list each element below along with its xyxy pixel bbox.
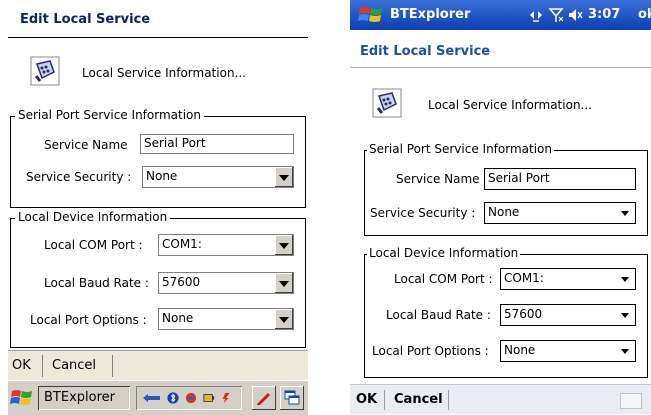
windows-cascade-icon xyxy=(284,390,300,405)
select-value: None xyxy=(504,343,536,357)
com-port-label: Local COM Port : xyxy=(44,238,143,252)
page-title: Edit Local Service xyxy=(360,44,491,59)
group-legend: Local Device Information xyxy=(367,246,521,260)
status-app-title: BTExplorer xyxy=(390,7,471,22)
network-icon[interactable] xyxy=(184,392,198,404)
window-title-bar: Edit Local Service xyxy=(350,30,651,68)
ok-button[interactable]: OK xyxy=(12,358,31,373)
port-options-label: Local Port Options : xyxy=(372,344,489,358)
window-title-bar: Edit Local Service xyxy=(8,0,308,38)
info-text: Local Service Information... xyxy=(82,66,246,80)
system-tray xyxy=(136,386,242,410)
status-bar: BTExplorer 3:07 ok xyxy=(350,0,651,30)
select-value: 57600 xyxy=(504,307,543,321)
serial-port-icon xyxy=(30,56,60,86)
chevron-down-icon[interactable] xyxy=(274,309,293,329)
service-security-label: Service Security : xyxy=(26,170,132,184)
cancel-button[interactable]: Cancel xyxy=(52,358,96,373)
select-value: None xyxy=(162,311,194,325)
service-name-label: Service Name xyxy=(44,138,128,152)
signal-icon[interactable] xyxy=(548,7,564,23)
pencil-icon xyxy=(257,393,270,405)
select-value: None xyxy=(146,169,178,183)
port-options-select[interactable]: None xyxy=(158,308,294,330)
windows-logo-icon[interactable] xyxy=(10,387,34,409)
status-ok-button[interactable]: ok xyxy=(638,7,651,22)
chevron-down-icon[interactable] xyxy=(621,211,629,216)
ok-button[interactable]: OK xyxy=(356,392,377,407)
classic-window: Edit Local Service Local Service Informa… xyxy=(8,0,308,415)
service-name-label: Service Name xyxy=(396,172,480,186)
toolbar-edit-button[interactable] xyxy=(252,386,276,410)
chevron-down-icon[interactable] xyxy=(274,273,293,293)
baud-rate-select[interactable]: 57600 xyxy=(158,272,294,294)
cancel-button[interactable]: Cancel xyxy=(394,392,443,407)
menu-separator xyxy=(42,355,43,377)
service-name-input[interactable]: Serial Port xyxy=(484,168,636,190)
power-icon[interactable] xyxy=(220,392,234,404)
serial-port-icon xyxy=(372,88,402,118)
menu-separator xyxy=(384,390,385,410)
windows-logo-icon[interactable] xyxy=(358,5,384,25)
toolbar-windows-button[interactable] xyxy=(280,386,304,410)
chevron-down-icon[interactable] xyxy=(274,167,293,187)
baud-rate-select[interactable]: 57600 xyxy=(500,304,636,326)
modern-window: BTExplorer 3:07 ok Edit Local Service Lo… xyxy=(350,0,651,414)
chevron-down-icon[interactable] xyxy=(621,277,629,282)
baud-rate-label: Local Baud Rate : xyxy=(44,276,149,290)
battery-icon[interactable] xyxy=(202,392,216,404)
port-options-select[interactable]: None xyxy=(500,340,636,362)
service-security-select[interactable]: None xyxy=(484,202,636,224)
bluetooth-icon[interactable] xyxy=(166,392,180,404)
group-legend: Serial Port Service Information xyxy=(15,108,204,122)
service-name-input[interactable]: Serial Port xyxy=(140,134,294,154)
title-divider xyxy=(8,37,308,38)
taskbar: BTExplorer xyxy=(8,380,308,415)
serial-port-group: Serial Port Service Information xyxy=(10,108,306,208)
select-value: COM1: xyxy=(504,271,544,285)
service-security-select[interactable]: None xyxy=(142,166,294,188)
soft-key-bar: OK Cancel xyxy=(350,384,651,414)
connectivity-icon[interactable] xyxy=(528,7,544,23)
keyboard-icon[interactable] xyxy=(620,393,642,409)
connectivity-icon[interactable] xyxy=(142,392,162,404)
group-legend: Local Device Information xyxy=(15,210,171,224)
title-divider xyxy=(350,67,651,68)
page-title: Edit Local Service xyxy=(20,12,151,27)
taskbar-app-button[interactable]: BTExplorer xyxy=(38,386,130,410)
select-value: 57600 xyxy=(162,275,201,289)
info-text: Local Service Information... xyxy=(428,98,592,112)
select-value: None xyxy=(488,205,520,219)
baud-rate-label: Local Baud Rate : xyxy=(386,308,491,322)
service-security-label: Service Security : xyxy=(370,206,476,220)
com-port-select[interactable]: COM1: xyxy=(158,234,294,256)
port-options-label: Local Port Options : xyxy=(30,313,147,327)
menu-separator xyxy=(448,390,449,410)
menu-separator xyxy=(112,355,113,377)
select-value: COM1: xyxy=(162,237,202,251)
com-port-select[interactable]: COM1: xyxy=(500,268,636,290)
group-legend: Serial Port Service Information xyxy=(367,142,554,156)
chevron-down-icon[interactable] xyxy=(621,313,629,318)
com-port-label: Local COM Port : xyxy=(394,272,493,286)
volume-icon[interactable] xyxy=(568,7,584,23)
chevron-down-icon[interactable] xyxy=(274,235,293,255)
soft-key-bar: OK Cancel xyxy=(8,350,308,381)
chevron-down-icon[interactable] xyxy=(621,349,629,354)
status-clock[interactable]: 3:07 xyxy=(588,7,620,22)
